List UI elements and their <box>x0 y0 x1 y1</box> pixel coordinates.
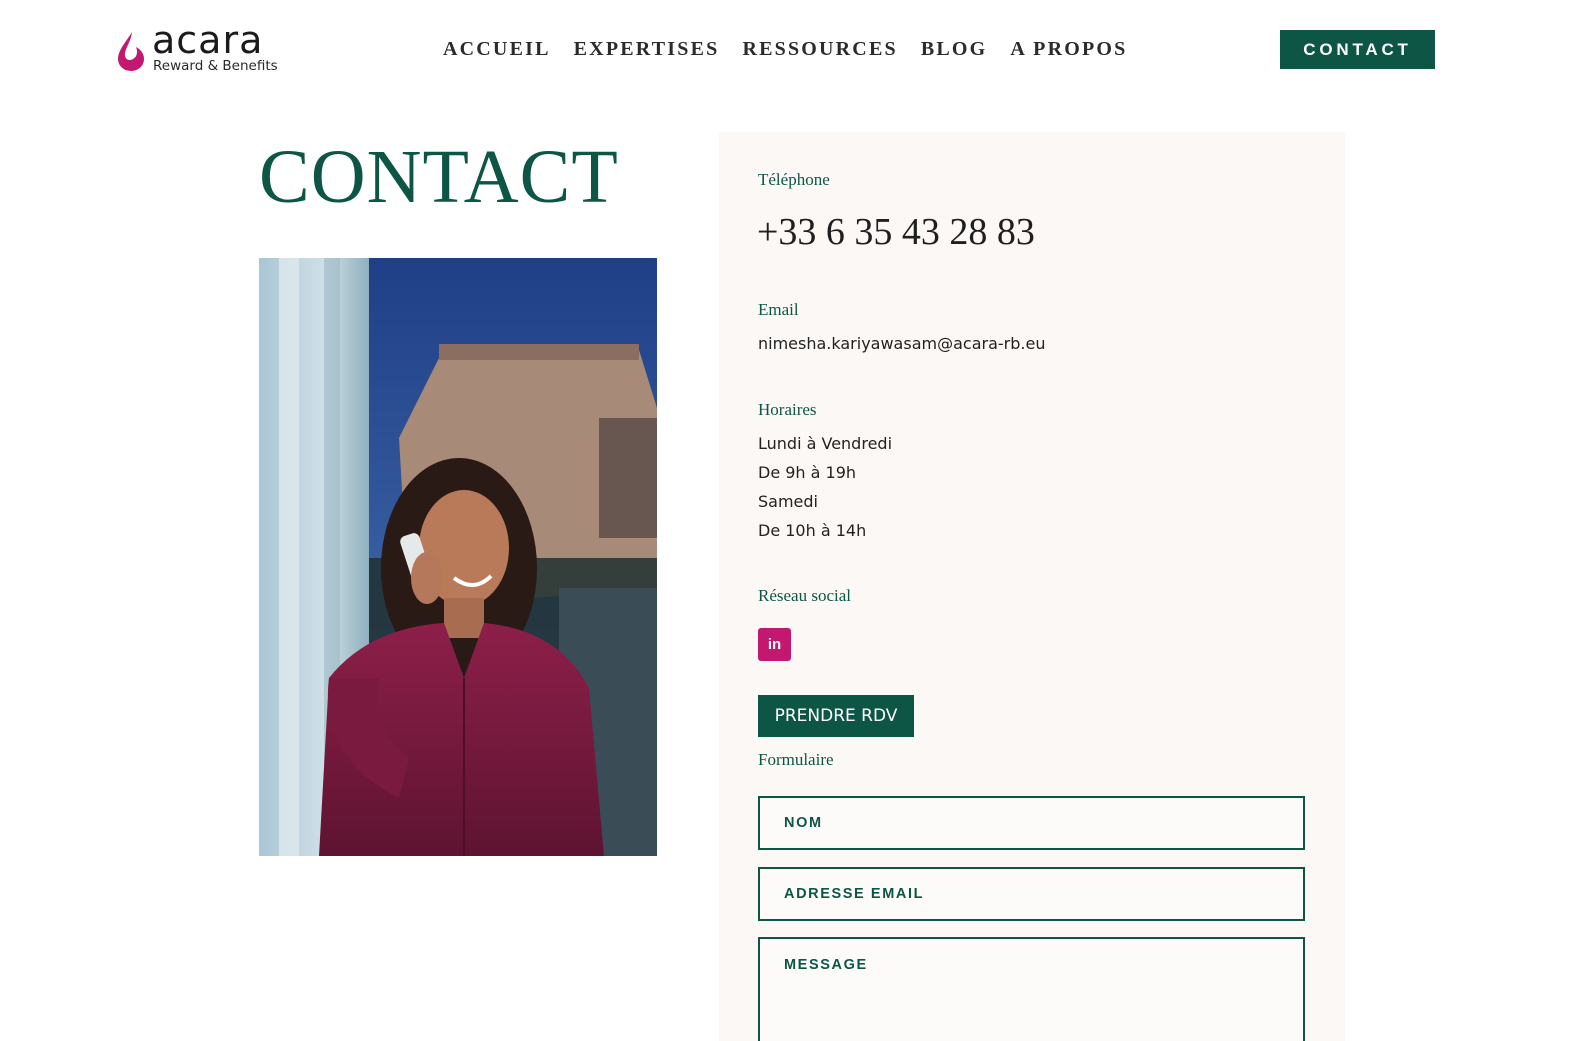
nav-a-propos[interactable]: A PROPOS <box>1010 38 1127 66</box>
page-title: CONTACT <box>259 135 619 219</box>
logo-wordmark: acara <box>152 18 264 62</box>
email-field[interactable] <box>758 867 1305 921</box>
nav-blog[interactable]: BLOG <box>921 38 988 66</box>
logo-tagline: Reward & Benefits <box>153 58 278 74</box>
email-address[interactable]: nimesha.kariyawasam@acara-rb.eu <box>758 334 1045 353</box>
social-label: Réseau social <box>758 586 851 605</box>
acara-logo[interactable]: acara Reward & Benefits <box>116 18 296 76</box>
drop-logo-icon <box>118 32 144 71</box>
hours-line: Lundi à Vendredi <box>758 434 893 453</box>
email-label: Email <box>758 300 799 319</box>
message-field[interactable] <box>758 937 1305 1041</box>
hours-line: De 9h à 19h <box>758 463 857 482</box>
main-nav: ACCUEIL EXPERTISES RESSOURCES BLOG A PRO… <box>443 38 1127 66</box>
contact-info-panel: Téléphone +33 6 35 43 28 83 Email nimesh… <box>719 132 1345 1041</box>
hours-line: De 10h à 14h <box>758 521 867 540</box>
phone-number[interactable]: +33 6 35 43 28 83 <box>757 210 1035 254</box>
header-contact-button[interactable]: CONTACT <box>1280 30 1435 69</box>
hours-label: Horaires <box>758 400 817 419</box>
contact-photo <box>259 258 657 856</box>
prendre-rdv-button[interactable]: PRENDRE RDV <box>758 695 914 737</box>
phone-label: Téléphone <box>758 170 830 189</box>
hours-line: Samedi <box>758 492 818 511</box>
nav-expertises[interactable]: EXPERTISES <box>574 38 720 66</box>
name-field[interactable] <box>758 796 1305 850</box>
form-label: Formulaire <box>758 750 834 769</box>
linkedin-icon[interactable]: in <box>758 628 791 661</box>
nav-ressources[interactable]: RESSOURCES <box>742 38 897 66</box>
nav-accueil[interactable]: ACCUEIL <box>443 38 551 66</box>
site-header: acara Reward & Benefits ACCUEIL EXPERTIS… <box>0 0 1592 100</box>
